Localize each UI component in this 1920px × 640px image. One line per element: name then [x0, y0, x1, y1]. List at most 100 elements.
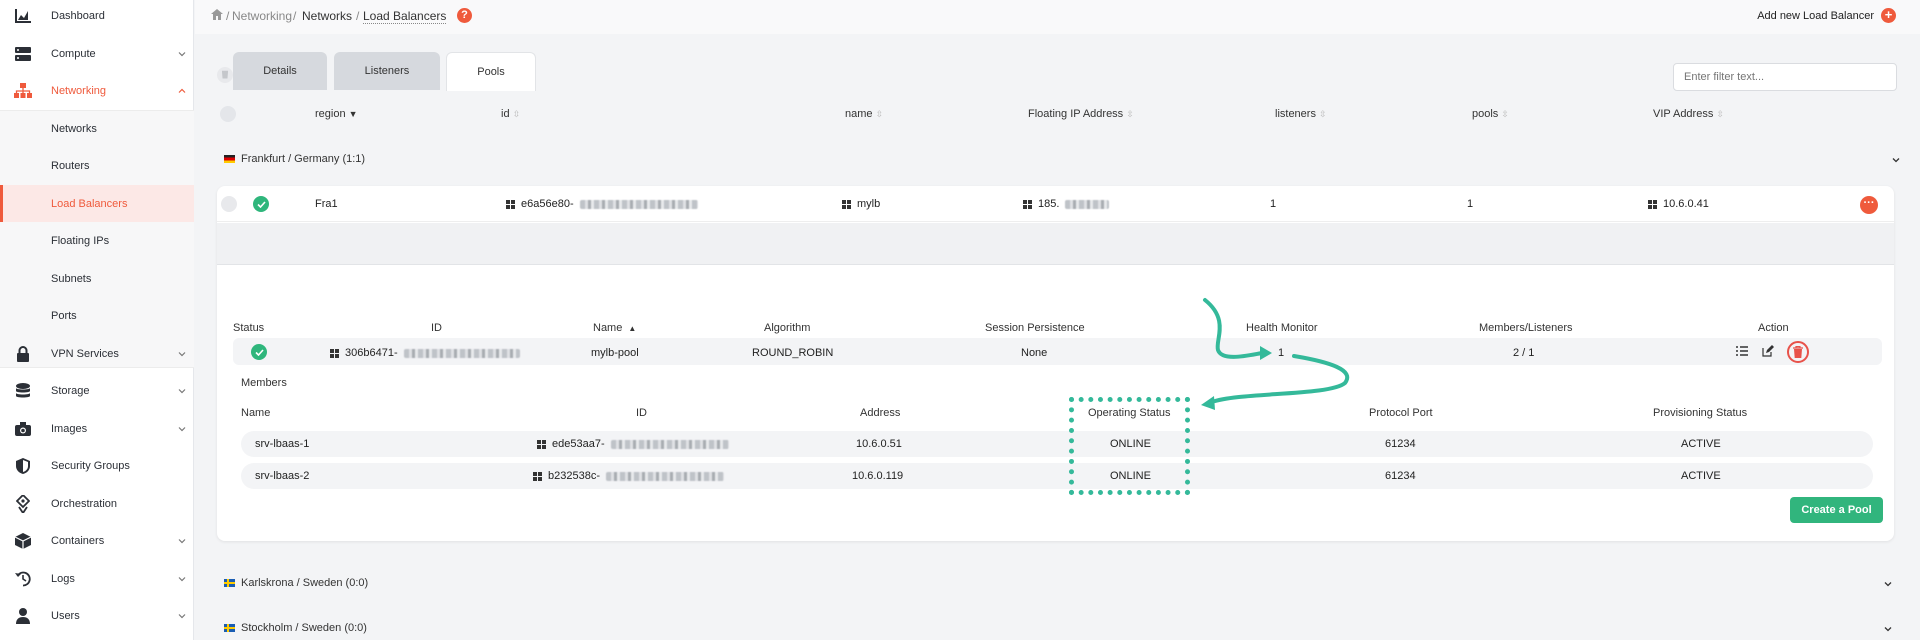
server-icon — [14, 45, 32, 63]
user-icon — [14, 607, 32, 625]
sidebar-subitem-floating-ips[interactable]: Floating IPs — [0, 222, 194, 259]
member-protocol-port: 61234 — [1385, 438, 1416, 450]
sidebar-item-containers[interactable]: Containers — [0, 522, 194, 559]
column-header-region[interactable]: region ▼ — [315, 108, 358, 120]
edit-icon[interactable] — [1761, 344, 1775, 358]
sidebar-subitem-ports[interactable]: Ports — [0, 297, 194, 334]
sidebar-item-images[interactable]: Images — [0, 410, 194, 447]
members-title: Members — [241, 377, 287, 389]
lock-icon — [14, 345, 32, 363]
region-group-karlskrona[interactable]: Karlskrona / Sweden (0:0) — [224, 577, 368, 589]
sidebar-item-security-groups[interactable]: Security Groups — [0, 447, 194, 484]
sidebar-item-networking[interactable]: Networking — [0, 72, 194, 109]
region-group-frankfurt[interactable]: Frankfurt / Germany (1:1) — [224, 153, 365, 165]
select-all-checkbox[interactable] — [220, 106, 236, 122]
sidebar-subitem-routers[interactable]: Routers — [0, 147, 194, 184]
pool-header-algorithm: Algorithm — [764, 322, 811, 334]
lb-vip: 10.6.0.41 — [1648, 198, 1709, 210]
member-header-protocol-port: Protocol Port — [1369, 407, 1433, 419]
pool-members-listeners: 2 / 1 — [1513, 347, 1535, 359]
shield-icon — [14, 457, 32, 475]
bulk-delete-button[interactable] — [217, 67, 233, 83]
add-load-balancer-link[interactable]: Add new Load Balancer — [1757, 10, 1874, 22]
sweden-flag-icon — [224, 579, 235, 587]
member-provisioning-status: ACTIVE — [1681, 438, 1721, 450]
sidebar-item-dashboard[interactable]: Dashboard — [0, 0, 194, 34]
delete-pool-button[interactable] — [1787, 341, 1809, 363]
column-header-listeners[interactable]: listeners ⇳ — [1275, 108, 1327, 120]
chevron-down-icon — [178, 576, 186, 581]
chart-icon — [14, 7, 32, 25]
status-icon — [253, 196, 269, 212]
member-row[interactable] — [241, 431, 1873, 457]
breadcrumb-networking[interactable]: Networking — [232, 9, 292, 23]
pool-header-name[interactable]: Name ▲ — [593, 322, 636, 334]
sidebar-item-logs[interactable]: Logs — [0, 560, 194, 597]
member-name: srv-lbaas-1 — [255, 438, 310, 450]
orchestration-icon — [14, 494, 32, 513]
lb-name: mylb — [842, 198, 880, 210]
sidebar-item-users[interactable]: Users — [0, 597, 194, 634]
chevron-down-icon — [178, 351, 186, 356]
member-header-provisioning-status: Provisioning Status — [1653, 407, 1748, 419]
database-icon — [14, 382, 32, 400]
create-pool-button[interactable]: Create a Pool — [1790, 497, 1883, 523]
chevron-up-icon — [178, 88, 186, 93]
tabs-bar — [217, 223, 1894, 265]
sidebar-item-vpn-services[interactable]: VPN Services — [0, 335, 194, 372]
sidebar-subitem-networks[interactable]: Networks — [0, 110, 194, 147]
table-row[interactable]: Fra1 e6a56e80- mylb 185. 1 1 10.6.0.41 ·… — [217, 186, 1894, 222]
column-header-name[interactable]: name ⇳ — [845, 108, 883, 120]
chevron-down-icon — [178, 613, 186, 618]
chevron-down-icon — [178, 388, 186, 393]
plus-icon[interactable]: + — [1881, 8, 1896, 23]
sidebar-item-orchestration[interactable]: Orchestration — [0, 485, 194, 522]
member-row[interactable] — [241, 463, 1873, 489]
camera-icon — [14, 420, 32, 438]
cube-icon — [14, 532, 32, 550]
pool-status-icon — [251, 344, 267, 360]
pool-header-action: Action — [1758, 322, 1789, 334]
sidebar-subitem-subnets[interactable]: Subnets — [0, 260, 194, 297]
tab-listeners[interactable]: Listeners — [334, 52, 440, 90]
region-group-stockholm[interactable]: Stockholm / Sweden (0:0) — [224, 622, 367, 634]
filter-input[interactable] — [1673, 63, 1897, 91]
pool-header-session-persistence: Session Persistence — [985, 322, 1085, 334]
pool-header-members-listeners: Members/Listeners — [1479, 322, 1573, 334]
history-icon — [14, 570, 32, 588]
pool-header-id: ID — [431, 322, 442, 334]
lb-floating-ip: 185. — [1023, 198, 1110, 210]
column-header-id[interactable]: id ⇳ — [501, 108, 520, 120]
sidebar-item-compute[interactable]: Compute — [0, 35, 194, 72]
more-actions-button[interactable]: ··· — [1860, 196, 1878, 214]
pool-id: 306b6471- — [330, 347, 520, 359]
member-header-id: ID — [636, 407, 647, 419]
sidebar-item-storage[interactable]: Storage — [0, 372, 194, 409]
chevron-down-icon[interactable] — [1884, 625, 1892, 633]
member-id: ede53aa7- — [537, 438, 729, 450]
chevron-down-icon — [178, 51, 186, 56]
main-content: / Networking / Networks / Load Balancers… — [195, 0, 1920, 640]
column-header-pools[interactable]: pools ⇳ — [1472, 108, 1509, 120]
breadcrumb-load-balancers: Load Balancers — [363, 9, 447, 24]
help-icon[interactable]: ? — [457, 8, 472, 23]
pool-header-health-monitor: Health Monitor — [1246, 322, 1318, 334]
sweden-flag-icon — [224, 624, 235, 632]
list-icon[interactable] — [1735, 344, 1749, 358]
member-name: srv-lbaas-2 — [255, 470, 310, 482]
chevron-down-icon[interactable] — [1892, 156, 1900, 164]
sidebar-subitem-load-balancers[interactable]: Load Balancers — [0, 185, 194, 222]
breadcrumb-networks[interactable]: Networks — [302, 9, 352, 23]
row-checkbox[interactable] — [221, 196, 237, 212]
tab-pools[interactable]: Pools — [446, 52, 536, 91]
pool-header-status: Status — [233, 322, 265, 334]
pool-algorithm: ROUND_ROBIN — [752, 347, 834, 359]
germany-flag-icon — [224, 155, 235, 163]
home-icon[interactable] — [211, 9, 223, 23]
member-address: 10.6.0.119 — [852, 470, 904, 482]
chevron-down-icon[interactable] — [1884, 580, 1892, 588]
tab-details[interactable]: Details — [233, 52, 327, 90]
column-header-vip[interactable]: VIP Address ⇳ — [1653, 108, 1724, 120]
column-header-floating-ip[interactable]: Floating IP Address ⇳ — [1028, 108, 1134, 120]
lb-listeners: 1 — [1270, 198, 1277, 210]
